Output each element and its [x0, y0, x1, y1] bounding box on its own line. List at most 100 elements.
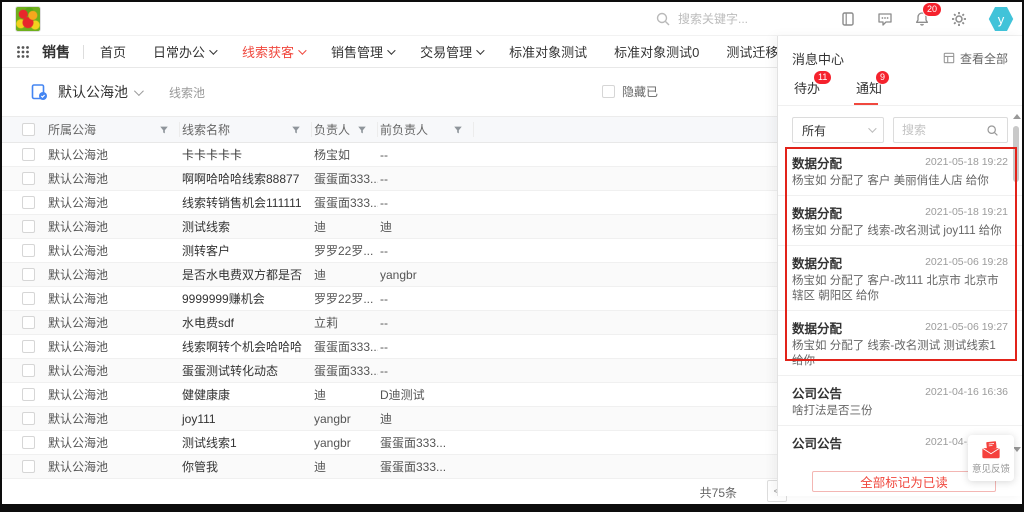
- divider: [83, 45, 84, 59]
- table-row[interactable]: 默认公海池 健健康康 迪 D迪测试: [2, 383, 777, 407]
- notification-item[interactable]: 数据分配 2021-05-18 19:21 杨宝如 分配了 线索-改名测试 jo…: [778, 196, 1022, 246]
- nav-item-label: 线索获客: [242, 42, 294, 61]
- pool-edit-icon[interactable]: [30, 83, 48, 101]
- chevron-down-icon[interactable]: [134, 86, 144, 96]
- nav-item[interactable]: 交易管理: [420, 42, 482, 61]
- cell-lead-name[interactable]: 测转客户: [180, 242, 312, 259]
- row-checkbox[interactable]: [22, 460, 35, 473]
- row-checkbox-cell: [2, 436, 46, 449]
- scrollbar-thumb[interactable]: [1013, 126, 1019, 182]
- chat-icon[interactable]: [877, 11, 893, 27]
- tab-notifications[interactable]: 通知 9: [854, 78, 884, 105]
- notifications-bell[interactable]: 20: [914, 11, 930, 27]
- cell-lead-name[interactable]: 水电费sdf: [180, 314, 312, 331]
- table-row[interactable]: 默认公海池 水电费sdf 立莉 --: [2, 311, 777, 335]
- view-all-icon: [943, 52, 955, 64]
- notification-item[interactable]: 数据分配 2021-05-06 19:27 杨宝如 分配了 线索-改名测试 测试…: [778, 311, 1022, 376]
- table-row[interactable]: 默认公海池 蛋蛋测试转化动态 蛋蛋面333... --: [2, 359, 777, 383]
- notification-type: 数据分配: [792, 318, 842, 337]
- table-row[interactable]: 默认公海池 测转客户 罗罗22罗... --: [2, 239, 777, 263]
- cell-lead-name[interactable]: 线索转销售机会111111: [180, 194, 312, 211]
- cell-lead-name[interactable]: joy111: [180, 412, 312, 426]
- feedback-widget[interactable]: 意见反馈: [968, 435, 1014, 481]
- cell-lead-name[interactable]: 测试线索1: [180, 434, 312, 451]
- row-checkbox[interactable]: [22, 316, 35, 329]
- cell-lead-name[interactable]: 9999999赚机会: [180, 290, 312, 307]
- company-logo[interactable]: [15, 6, 41, 32]
- table-row[interactable]: 默认公海池 测试线索1 yangbr 蛋蛋面333...: [2, 431, 777, 455]
- gear-icon[interactable]: [951, 11, 967, 27]
- nav-item[interactable]: 标准对象测试0: [614, 42, 699, 61]
- tab-todo[interactable]: 待办 11: [792, 78, 822, 105]
- scroll-down-arrow[interactable]: [1013, 447, 1021, 452]
- envelope-icon: [980, 441, 1002, 459]
- nav-item[interactable]: 线索获客: [242, 42, 304, 61]
- table-row[interactable]: 默认公海池 线索转销售机会111111 蛋蛋面333... --: [2, 191, 777, 215]
- table-row[interactable]: 默认公海池 是否水电费双方都是否 迪 yangbr: [2, 263, 777, 287]
- table-row[interactable]: 默认公海池 线索啊转个机会哈哈哈 蛋蛋面333... --: [2, 335, 777, 359]
- row-checkbox[interactable]: [22, 436, 35, 449]
- notification-item[interactable]: 公司公告 2021-04-16 16:36 啥打法是否三份: [778, 376, 1022, 426]
- nav-item[interactable]: 销售管理: [331, 42, 393, 61]
- global-search-input[interactable]: [678, 12, 828, 26]
- cell-lead-name[interactable]: 线索啊转个机会哈哈哈: [180, 338, 312, 355]
- cell-lead-name[interactable]: 啊啊哈哈哈线索88877: [180, 170, 312, 187]
- nav-item[interactable]: 标准对象测试: [509, 42, 587, 61]
- row-checkbox[interactable]: [22, 340, 35, 353]
- cell-prev-owner: --: [378, 364, 474, 378]
- cell-lead-name[interactable]: 测试线索: [180, 218, 312, 235]
- panel-tabs: 待办 11 通知 9: [778, 72, 1022, 106]
- notebook-icon[interactable]: [840, 11, 856, 27]
- row-checkbox[interactable]: [22, 388, 35, 401]
- table-row[interactable]: 默认公海池 joy111 yangbr 迪: [2, 407, 777, 431]
- search-icon[interactable]: [986, 124, 999, 137]
- view-all-label: 查看全部: [960, 50, 1008, 67]
- cell-lead-name[interactable]: 蛋蛋测试转化动态: [180, 362, 312, 379]
- hide-converted-checkbox[interactable]: [602, 85, 615, 98]
- filter-funnel-icon[interactable]: [357, 125, 367, 135]
- cell-lead-name[interactable]: 卡卡卡卡卡: [180, 146, 312, 163]
- table-row[interactable]: 默认公海池 啊啊哈哈哈线索88877 蛋蛋面333... --: [2, 167, 777, 191]
- filter-funnel-icon[interactable]: [291, 125, 301, 135]
- filter-funnel-icon[interactable]: [453, 125, 463, 135]
- panel-search-input[interactable]: [902, 123, 980, 137]
- row-checkbox[interactable]: [22, 412, 35, 425]
- filter-funnel-icon[interactable]: [159, 125, 169, 135]
- nav-item[interactable]: 日常办公: [153, 42, 215, 61]
- hide-converted-toggle[interactable]: 隐藏已: [602, 83, 658, 100]
- notification-item[interactable]: 数据分配 2021-05-06 19:28 杨宝如 分配了 客户-改111 北京…: [778, 246, 1022, 311]
- notification-item[interactable]: 数据分配 2021-05-18 19:22 杨宝如 分配了 客户 美丽俏佳人店 …: [778, 146, 1022, 196]
- grid-apps-icon[interactable]: [16, 45, 30, 59]
- row-checkbox[interactable]: [22, 148, 35, 161]
- cell-pool: 默认公海池: [46, 146, 180, 163]
- table-row[interactable]: 默认公海池 测试线索 迪 迪: [2, 215, 777, 239]
- row-checkbox[interactable]: [22, 292, 35, 305]
- notification-type: 数据分配: [792, 153, 842, 172]
- avatar[interactable]: y: [988, 6, 1014, 32]
- cell-lead-name[interactable]: 你管我: [180, 458, 312, 475]
- scroll-up-arrow[interactable]: [1013, 114, 1021, 119]
- row-checkbox[interactable]: [22, 196, 35, 209]
- cell-lead-name[interactable]: 健健康康: [180, 386, 312, 403]
- pool-selector[interactable]: 默认公海池: [58, 82, 128, 102]
- pool-type-label: 线索池: [169, 84, 205, 101]
- row-checkbox[interactable]: [22, 268, 35, 281]
- cell-lead-name[interactable]: 是否水电费双方都是否: [180, 266, 312, 283]
- cell-pool: 默认公海池: [46, 218, 180, 235]
- row-checkbox[interactable]: [22, 172, 35, 185]
- table-row[interactable]: 默认公海池 你管我 迪 蛋蛋面333...: [2, 455, 777, 479]
- todo-badge: 11: [813, 70, 832, 85]
- table-row[interactable]: 默认公海池 卡卡卡卡卡 杨宝如 --: [2, 143, 777, 167]
- row-checkbox[interactable]: [22, 364, 35, 377]
- select-all-checkbox[interactable]: [22, 123, 35, 136]
- topbar-icons: 20 y: [840, 2, 1014, 36]
- header-checkbox-cell: [2, 122, 46, 137]
- nav-item[interactable]: 首页: [100, 42, 126, 61]
- notification-header: 数据分配 2021-05-18 19:22: [792, 154, 1008, 170]
- row-checkbox[interactable]: [22, 244, 35, 257]
- type-filter-select[interactable]: 所有: [792, 117, 884, 143]
- cell-prev-owner: D迪测试: [378, 386, 474, 403]
- view-all-button[interactable]: 查看全部: [943, 50, 1008, 67]
- row-checkbox[interactable]: [22, 220, 35, 233]
- table-row[interactable]: 默认公海池 9999999赚机会 罗罗22罗... --: [2, 287, 777, 311]
